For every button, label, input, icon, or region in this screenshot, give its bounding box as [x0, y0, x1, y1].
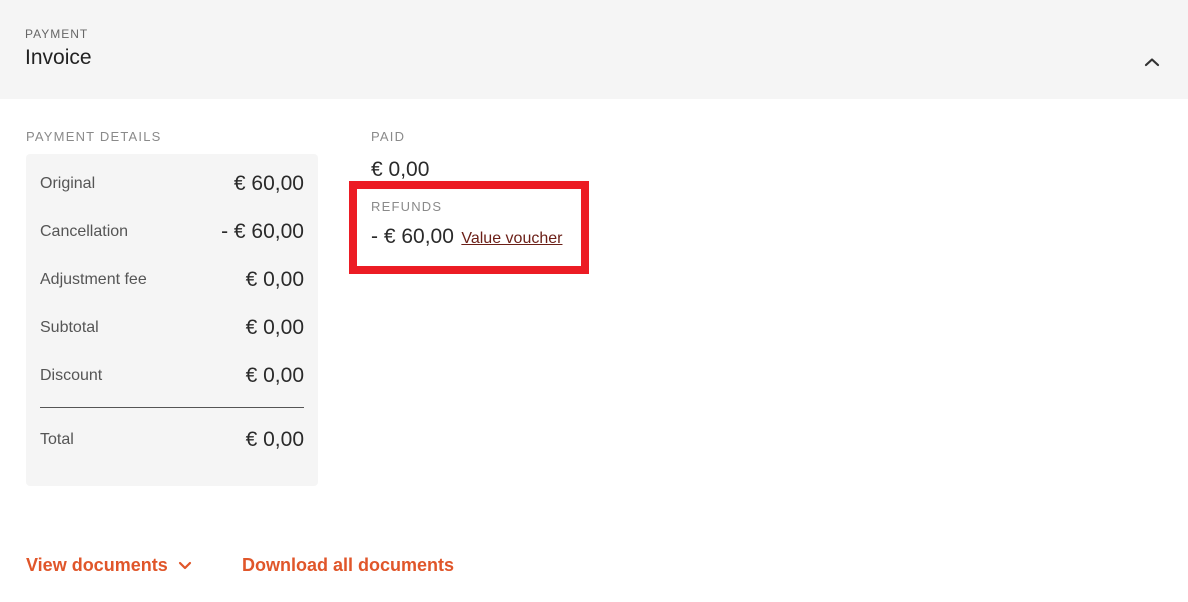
- download-all-documents-button[interactable]: Download all documents: [242, 555, 454, 576]
- total-label: Total: [40, 431, 74, 448]
- refund-amount: - € 60,00: [371, 225, 454, 248]
- detail-row-value: € 60,00: [233, 172, 304, 195]
- detail-row-value: - € 60,00: [221, 220, 304, 243]
- detail-row-value: € 0,00: [245, 268, 304, 291]
- detail-row-label: Subtotal: [40, 319, 99, 336]
- refunds-highlight: REFUNDS - € 60,00 Value voucher: [349, 181, 589, 274]
- detail-row-label: Cancellation: [40, 223, 129, 240]
- payment-header: PAYMENT Invoice: [0, 0, 1188, 99]
- header-eyebrow: PAYMENT: [25, 27, 89, 41]
- chevron-down-icon: [178, 561, 192, 570]
- detail-row-label: Original: [40, 175, 96, 192]
- collapse-button[interactable]: [1138, 50, 1166, 74]
- refunds-label: REFUNDS: [371, 199, 443, 214]
- total-divider: [40, 407, 304, 408]
- paid-label: PAID: [371, 129, 406, 144]
- detail-row-adjustment-fee: Adjustment fee € 0,00: [40, 265, 304, 295]
- detail-row-total: Total € 0,00: [40, 425, 304, 455]
- payment-details-card: Original € 60,00 Cancellation - € 60,00 …: [26, 154, 318, 486]
- detail-row-label: Adjustment fee: [40, 271, 147, 288]
- total-value: € 0,00: [245, 428, 304, 451]
- detail-row-original: Original € 60,00: [40, 169, 304, 199]
- chevron-up-icon: [1144, 58, 1160, 67]
- view-documents-button[interactable]: View documents: [26, 555, 192, 576]
- detail-row-value: € 0,00: [245, 316, 304, 339]
- detail-row-subtotal: Subtotal € 0,00: [40, 313, 304, 343]
- view-documents-label: View documents: [26, 555, 168, 575]
- detail-row-label: Discount: [40, 367, 103, 384]
- paid-value: € 0,00: [371, 158, 430, 181]
- detail-row-cancellation: Cancellation - € 60,00: [40, 217, 304, 247]
- value-voucher-link[interactable]: Value voucher: [461, 230, 562, 247]
- detail-row-value: € 0,00: [245, 364, 304, 387]
- page-title: Invoice: [25, 46, 92, 69]
- payment-details-label: PAYMENT DETAILS: [26, 129, 162, 144]
- refund-line: - € 60,00 Value voucher: [371, 225, 562, 249]
- detail-row-discount: Discount € 0,00: [40, 361, 304, 391]
